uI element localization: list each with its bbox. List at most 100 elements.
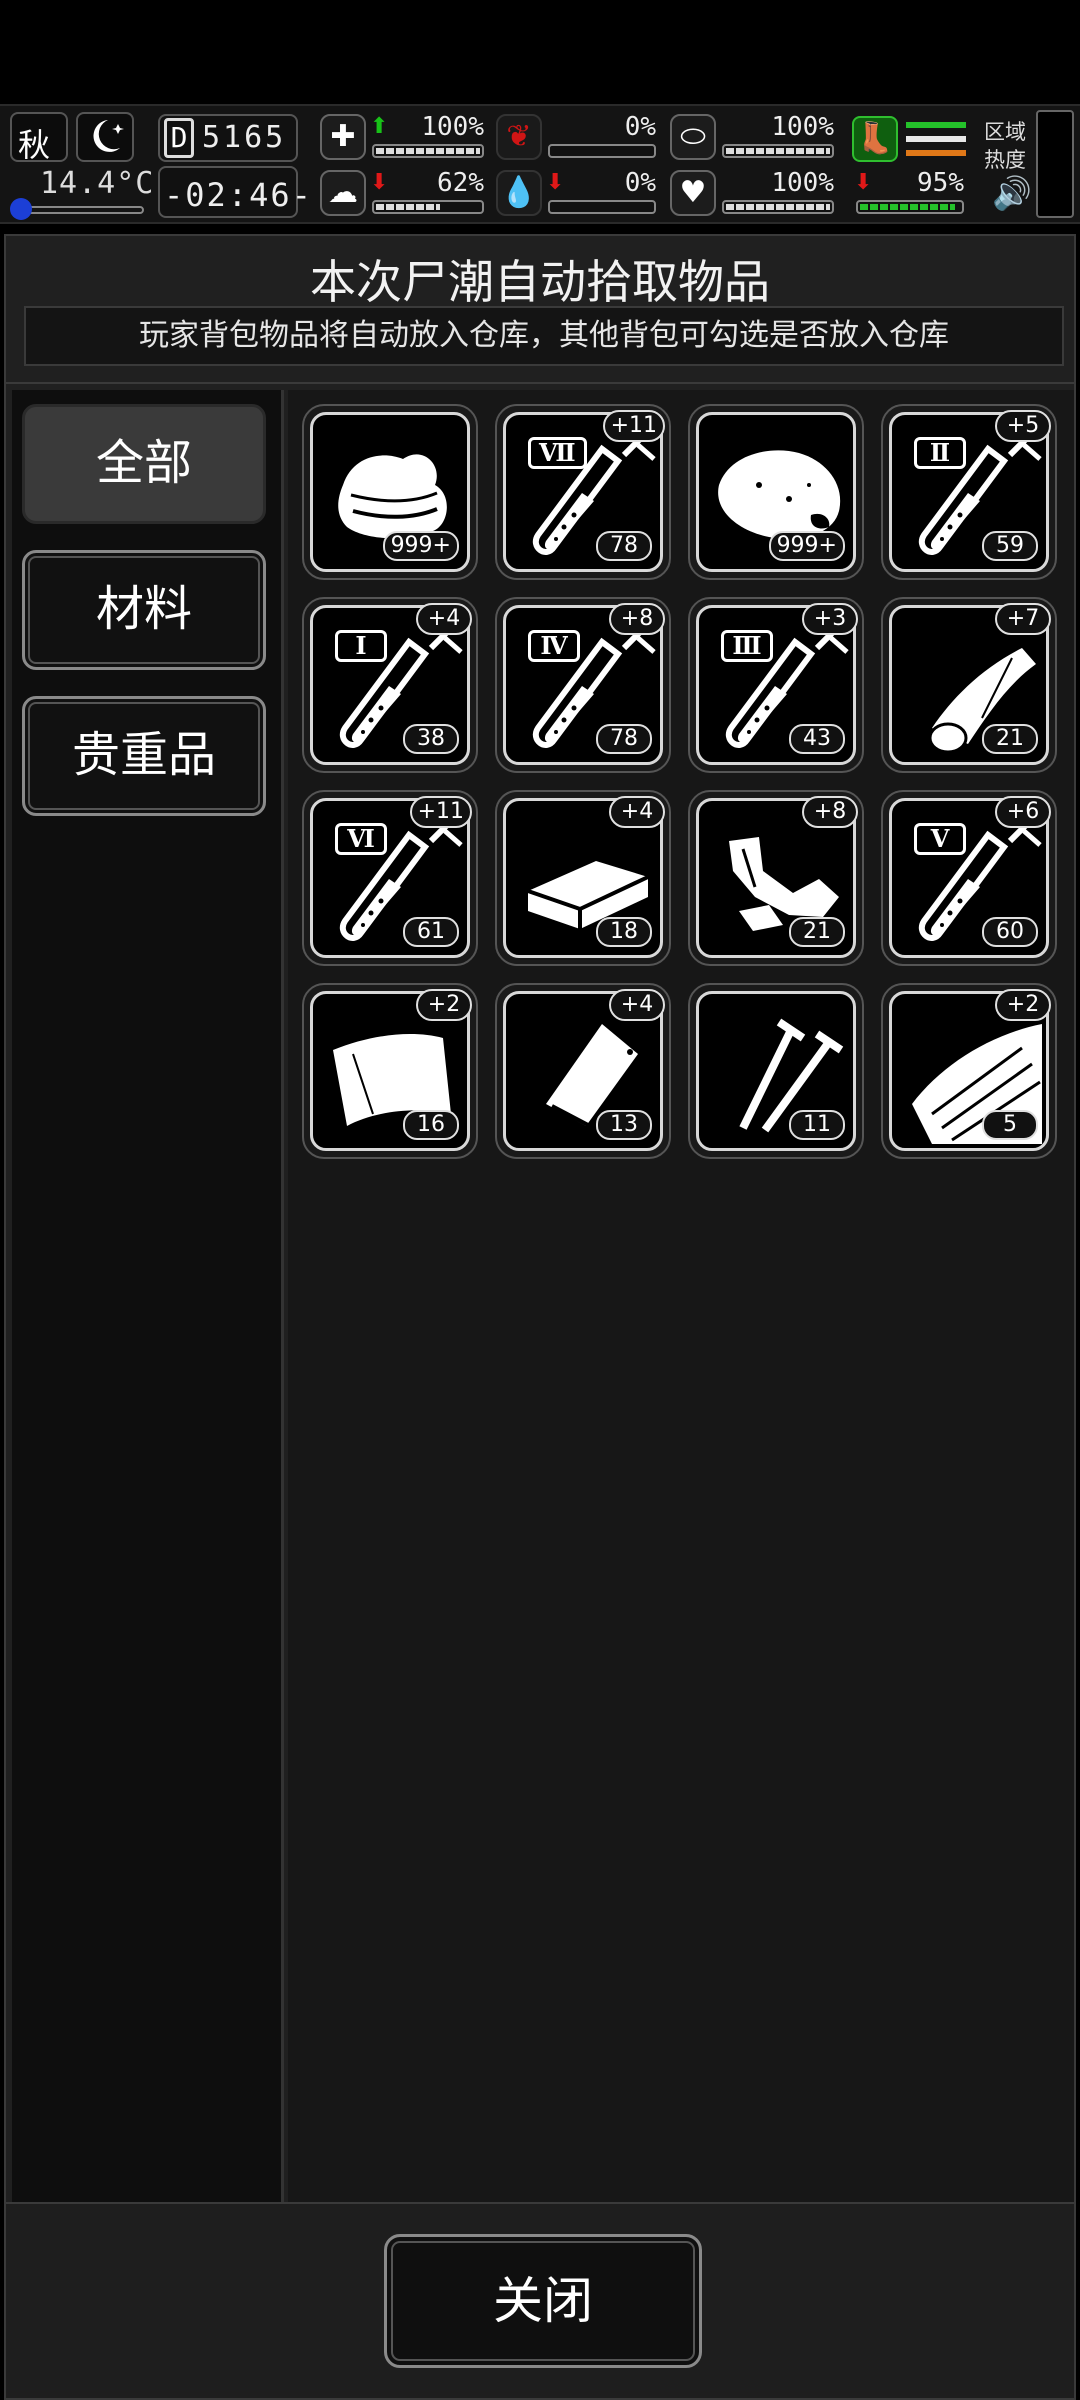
season-label: 秋 (18, 126, 51, 164)
item-quantity: 21 (982, 724, 1038, 754)
day-letter: D (164, 118, 194, 158)
pill-icon: ⬭ (670, 114, 716, 160)
tier-label: Ⅱ (914, 437, 966, 469)
item-slot[interactable]: Ⅱ 59 +5 (881, 404, 1057, 580)
tab-all[interactable]: 全部 (22, 404, 266, 524)
item-bonus-badge: +2 (416, 989, 472, 1021)
item-slot[interactable]: Ⅰ 38 +4 (302, 597, 478, 773)
item-slot[interactable]: 21 +7 (881, 597, 1057, 773)
heart-pct: 100% (771, 168, 834, 198)
health-stat: ✚ ⬆ 100% (320, 112, 488, 166)
item-slot[interactable]: 5 +2 (881, 983, 1057, 1159)
category-sidebar: 全部 材料 贵重品 (12, 390, 284, 2202)
day-number: 5165 (202, 120, 287, 155)
tab-valuables[interactable]: 贵重品 (22, 696, 266, 816)
item-slot[interactable]: 16 +2 (302, 983, 478, 1159)
tab-materials[interactable]: 材料 (22, 550, 266, 670)
item-frame: 999+ (696, 412, 856, 572)
item-slot[interactable]: 999+ (688, 404, 864, 580)
item-quantity: 18 (596, 917, 652, 947)
health-bar-fill (376, 148, 480, 154)
stamina-stat: ⬇ 95% (852, 168, 968, 222)
blood-stat: 💧 ⬇ 0% (496, 168, 660, 222)
season-indicator: 秋 (10, 112, 68, 164)
arrow-down-icon: ⬇ (546, 170, 565, 195)
item-frame: 999+ (310, 412, 470, 572)
boot-icon: 👢 (852, 116, 898, 162)
dialog-footer: 关闭 (6, 2202, 1074, 2398)
item-bonus-badge: +11 (409, 796, 472, 828)
item-bonus-badge: +11 (602, 410, 665, 442)
zone-heat-bar (1036, 110, 1074, 218)
item-slot[interactable]: 11 (688, 983, 864, 1159)
time-readout: -02:46- (164, 176, 313, 214)
stomach-icon: ❦ (496, 114, 542, 160)
item-quantity: 11 (789, 1110, 845, 1140)
item-bonus-badge: +8 (802, 796, 858, 828)
item-bonus-badge: +7 (995, 603, 1051, 635)
item-quantity: 60 (982, 917, 1038, 947)
tier-label: Ⅳ (528, 630, 580, 662)
arrow-down-icon: ⬇ (854, 170, 873, 195)
item-quantity: 16 (403, 1110, 459, 1140)
tier-label: Ⅵ (335, 823, 387, 855)
item-slot[interactable]: Ⅶ 78 +11 (495, 404, 671, 580)
loot-dialog: 本次尸潮自动拾取物品 玩家背包物品将自动放入仓库，其他背包可勾选是否放入仓库 全… (4, 234, 1076, 2400)
tier-label: Ⅴ (914, 823, 966, 855)
pill-pct: 100% (771, 112, 834, 142)
item-slot[interactable]: Ⅲ 43 +3 (688, 597, 864, 773)
item-slot[interactable]: Ⅴ 60 +6 (881, 790, 1057, 966)
item-slot[interactable]: Ⅵ 61 +11 (302, 790, 478, 966)
item-bonus-badge: +4 (609, 796, 665, 828)
speaker-icon[interactable]: 🔊 (992, 174, 1032, 212)
stamina-bar-fill (860, 204, 955, 210)
subtitle-box: 玩家背包物品将自动放入仓库，其他背包可勾选是否放入仓库 (24, 306, 1064, 366)
day-counter: D 5165 (158, 114, 298, 162)
heart-stat: ♥ 100% (670, 168, 838, 222)
sanity-stat: ☁ ⬇ 62% (320, 168, 488, 222)
status-bar: 秋 14.4°C D 5165 -02:46- ✚ ⬆ 100% ❦ 0% ⬭ … (0, 104, 1080, 224)
item-slot[interactable]: 18 +4 (495, 790, 671, 966)
item-bonus-badge: +3 (802, 603, 858, 635)
item-quantity: 43 (789, 724, 845, 754)
blood-pct: 0% (624, 168, 656, 198)
item-slot[interactable]: Ⅳ 78 +8 (495, 597, 671, 773)
item-grid: 999+ Ⅶ 78 +11 999+ Ⅱ 59 +5 Ⅰ 38 +4 Ⅳ 78 +8 Ⅲ 43 +3 21 +7 Ⅵ 6… (288, 390, 1074, 2202)
tier-label: Ⅰ (335, 630, 387, 662)
item-slot[interactable]: 13 +4 (495, 983, 671, 1159)
item-quantity: 38 (403, 724, 459, 754)
arrow-up-icon: ⬆ (370, 114, 389, 139)
brain-bar-fill (376, 204, 441, 210)
stamina-pct: 95% (917, 168, 964, 198)
item-slot[interactable]: 999+ (302, 404, 478, 580)
brain-pct: 62% (437, 168, 484, 198)
item-quantity: 999+ (382, 531, 459, 561)
heart-bar-fill (726, 204, 830, 210)
dialog-title: 本次尸潮自动拾取物品 (310, 255, 770, 309)
item-quantity: 78 (596, 724, 652, 754)
item-quantity: 78 (596, 531, 652, 561)
blood-drop-icon: 💧 (496, 170, 542, 216)
item-quantity: 999+ (768, 531, 845, 561)
brain-icon: ☁ (320, 170, 366, 216)
divider (6, 382, 1074, 384)
item-slot[interactable]: 21 +8 (688, 790, 864, 966)
stomach-stat: ❦ 0% (496, 112, 660, 166)
item-quantity: 21 (789, 917, 845, 947)
medkit-icon: ✚ (320, 114, 366, 160)
legs-stat: 👢 (852, 112, 968, 166)
zone-heat-label: 区域 热度 (984, 120, 1026, 172)
item-frame: 11 (696, 991, 856, 1151)
dialog-subtitle: 玩家背包物品将自动放入仓库，其他背包可勾选是否放入仓库 (139, 318, 949, 353)
item-quantity: 5 (982, 1110, 1038, 1140)
arrow-down-icon: ⬇ (370, 170, 389, 195)
heart-icon: ♥ (670, 170, 716, 216)
close-button[interactable]: 关闭 (384, 2234, 702, 2368)
item-quantity: 61 (403, 917, 459, 947)
item-bonus-badge: +4 (416, 603, 472, 635)
item-bonus-badge: +8 (609, 603, 665, 635)
item-bonus-badge: +2 (995, 989, 1051, 1021)
clock: -02:46- (158, 166, 311, 218)
moon-icon (76, 112, 134, 162)
item-quantity: 13 (596, 1110, 652, 1140)
